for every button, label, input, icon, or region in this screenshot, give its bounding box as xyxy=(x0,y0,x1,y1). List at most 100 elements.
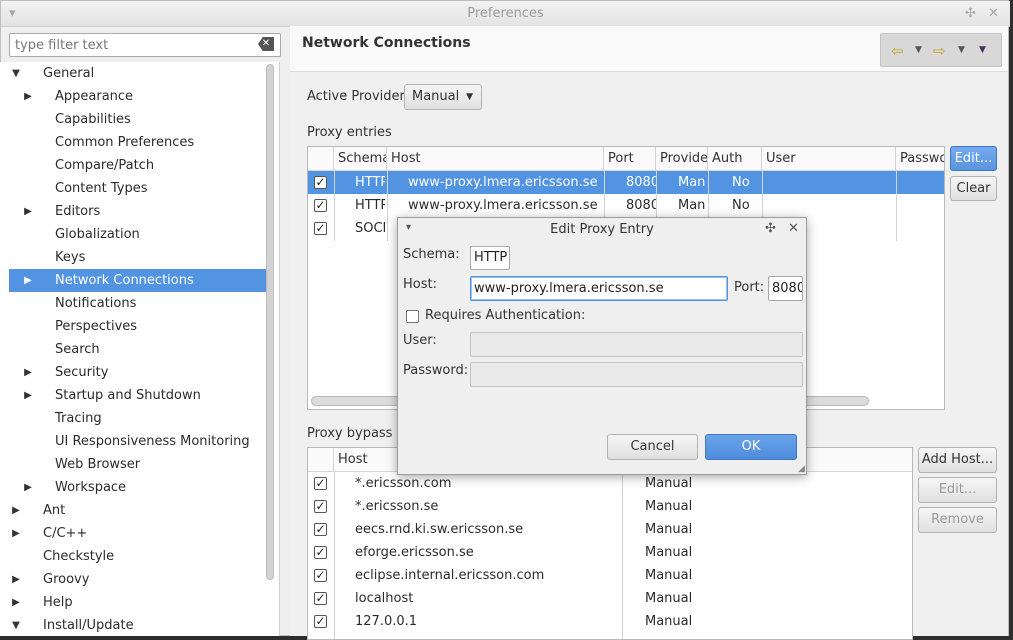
bypass-row-checkbox[interactable]: ✓ xyxy=(314,615,327,628)
bypass-row[interactable]: ✓ localhost Manual xyxy=(308,587,912,610)
column-header-auth[interactable]: Auth xyxy=(708,147,762,171)
filter-input[interactable] xyxy=(13,36,253,54)
bypass-row[interactable]: ✓ eclipse.internal.ericsson.com Manual xyxy=(308,564,912,587)
tree-item[interactable]: ▶ Groovy xyxy=(9,568,273,591)
checkbox-column-header[interactable] xyxy=(308,147,334,171)
active-provider-dropdown[interactable]: Manual ▼ xyxy=(404,84,482,110)
tree-item-label: UI Responsiveness Monitoring xyxy=(55,434,250,449)
tree-scrollbar[interactable] xyxy=(266,64,274,580)
expand-right-icon[interactable]: ▶ xyxy=(10,522,22,545)
back-history-dropdown-icon[interactable]: ▼ xyxy=(915,45,922,55)
proxy-row[interactable]: ✓ HTTP www-proxy.lmera.ericsson.se 8080 Manu… xyxy=(308,171,944,194)
tree-item[interactable]: Web Browser xyxy=(9,453,273,476)
close-icon[interactable]: ✕ xyxy=(988,6,999,21)
tree-item[interactable]: Checkstyle xyxy=(9,545,273,568)
tree-item[interactable]: ▶ Editors xyxy=(9,200,273,223)
proxy-row-checkbox[interactable]: ✓ xyxy=(314,222,327,235)
bypass-row[interactable]: ✓ *.ericsson.com Manual xyxy=(308,472,912,495)
bypass-row-checkbox[interactable]: ✓ xyxy=(314,523,327,536)
expand-right-icon[interactable]: ▶ xyxy=(10,568,22,591)
column-header-host[interactable]: Host xyxy=(387,147,604,171)
password-field[interactable] xyxy=(470,362,803,387)
pin-icon[interactable]: ✣ xyxy=(965,6,976,21)
column-header-port[interactable]: Port xyxy=(604,147,656,171)
tree-item[interactable]: ▶ Ant xyxy=(9,499,273,522)
expand-right-icon[interactable]: ▶ xyxy=(22,384,34,407)
tree-item[interactable]: Keys xyxy=(9,246,273,269)
schema-field[interactable]: HTTP xyxy=(470,246,510,270)
bypass-row[interactable]: ✓ 127.0.0.1 Manual xyxy=(308,610,912,633)
expand-down-icon[interactable]: ▼ xyxy=(10,62,22,85)
close-icon[interactable]: ✕ xyxy=(788,221,799,236)
checkbox-column-header[interactable] xyxy=(308,448,334,472)
proxy-entries-label: Proxy entries xyxy=(307,125,392,140)
tree-item[interactable]: ▶ C/C++ xyxy=(9,522,273,545)
tree-item[interactable]: Globalization xyxy=(9,223,273,246)
tree-item[interactable]: Notifications xyxy=(9,292,273,315)
column-header-schema[interactable]: Schema xyxy=(334,147,387,171)
proxy-row-checkbox[interactable]: ✓ xyxy=(314,199,327,212)
bypass-cell-provider: Manual xyxy=(645,568,693,583)
tree-item[interactable]: ▶ Startup and Shutdown xyxy=(9,384,273,407)
user-field[interactable] xyxy=(470,332,803,357)
clear-proxy-button[interactable]: Clear xyxy=(950,176,997,201)
tree-item[interactable]: ▶ Workspace xyxy=(9,476,273,499)
tree-item[interactable]: ▼ General xyxy=(9,62,273,85)
bypass-row-checkbox[interactable]: ✓ xyxy=(314,569,327,582)
proxy-row[interactable]: ✓ HTTPS www-proxy.lmera.ericsson.se 8080 Man… xyxy=(308,194,944,217)
column-header-password[interactable]: Password xyxy=(896,147,944,171)
expand-right-icon[interactable]: ▶ xyxy=(22,85,34,108)
bypass-row[interactable]: ✓ eforge.ericsson.se Manual xyxy=(308,541,912,564)
tree-item[interactable]: Content Types xyxy=(9,177,273,200)
tree-item[interactable]: ▶ Network Connections xyxy=(9,269,273,292)
tree-item[interactable]: ▶ Help xyxy=(9,591,273,614)
add-host-button[interactable]: Add Host... xyxy=(918,447,997,473)
bypass-row[interactable]: ✓ eecs.rnd.ki.sw.ericsson.se Manual xyxy=(308,518,912,541)
tree-item-label: Common Preferences xyxy=(55,135,195,150)
tree-item[interactable]: Capabilities xyxy=(9,108,273,131)
tree-item[interactable]: UI Responsiveness Monitoring xyxy=(9,430,273,453)
expand-right-icon[interactable]: ▶ xyxy=(10,499,22,522)
expand-right-icon[interactable]: ▶ xyxy=(22,269,34,292)
tree-item[interactable]: ▼ Install/Update xyxy=(9,614,273,636)
bypass-row[interactable]: ✓ *.ericsson.se Manual xyxy=(308,495,912,518)
expand-right-icon[interactable]: ▶ xyxy=(22,200,34,223)
bypass-row-checkbox[interactable]: ✓ xyxy=(314,477,327,490)
tree-item[interactable]: Common Preferences xyxy=(9,131,273,154)
edit-proxy-button[interactable]: Edit... xyxy=(950,146,997,171)
forward-arrow-icon[interactable]: ⇨ xyxy=(933,42,946,60)
host-field[interactable]: www-proxy.lmera.ericsson.se xyxy=(470,276,728,301)
pin-icon[interactable]: ✣ xyxy=(765,221,776,236)
bypass-row-checkbox[interactable]: ✓ xyxy=(314,592,327,605)
column-header-provider[interactable]: Provider xyxy=(656,147,708,171)
clear-filter-icon[interactable]: ✕ xyxy=(258,37,274,51)
resize-grip-icon[interactable]: ◢ xyxy=(798,464,805,474)
forward-history-dropdown-icon[interactable]: ▼ xyxy=(958,45,965,55)
view-menu-icon[interactable]: ▼ xyxy=(979,45,986,55)
expand-right-icon[interactable]: ▶ xyxy=(22,476,34,499)
tree-item[interactable]: Search xyxy=(9,338,273,361)
tree-item[interactable]: Tracing xyxy=(9,407,273,430)
back-arrow-icon[interactable]: ⇦ xyxy=(891,42,904,60)
tree-item[interactable]: ▶ Security xyxy=(9,361,273,384)
tree-item-label: Perspectives xyxy=(55,319,138,334)
tree-item[interactable]: Compare/Patch xyxy=(9,154,273,177)
bypass-row-checkbox[interactable]: ✓ xyxy=(314,500,327,513)
proxy-row-checkbox[interactable]: ✓ xyxy=(314,176,327,189)
column-header-user[interactable]: User xyxy=(762,147,896,171)
cancel-button[interactable]: Cancel xyxy=(607,434,698,460)
tree-item[interactable]: ▶ Appearance xyxy=(9,85,273,108)
expand-right-icon[interactable]: ▶ xyxy=(22,361,34,384)
expand-right-icon[interactable]: ▶ xyxy=(10,591,22,614)
requires-authentication-checkbox[interactable] xyxy=(406,310,419,323)
bypass-cell-host: localhost xyxy=(355,591,414,606)
remove-host-button[interactable]: Remove xyxy=(918,507,997,533)
expand-down-icon[interactable]: ▼ xyxy=(10,614,22,636)
column-divider xyxy=(622,472,623,639)
tree-item[interactable]: Perspectives xyxy=(9,315,273,338)
bypass-row-checkbox[interactable]: ✓ xyxy=(314,546,327,559)
port-field[interactable]: 8080 xyxy=(768,276,803,301)
edit-host-button[interactable]: Edit... xyxy=(918,477,997,503)
ok-button[interactable]: OK xyxy=(705,434,797,460)
bypass-cell-host: *.ericsson.se xyxy=(355,499,439,514)
